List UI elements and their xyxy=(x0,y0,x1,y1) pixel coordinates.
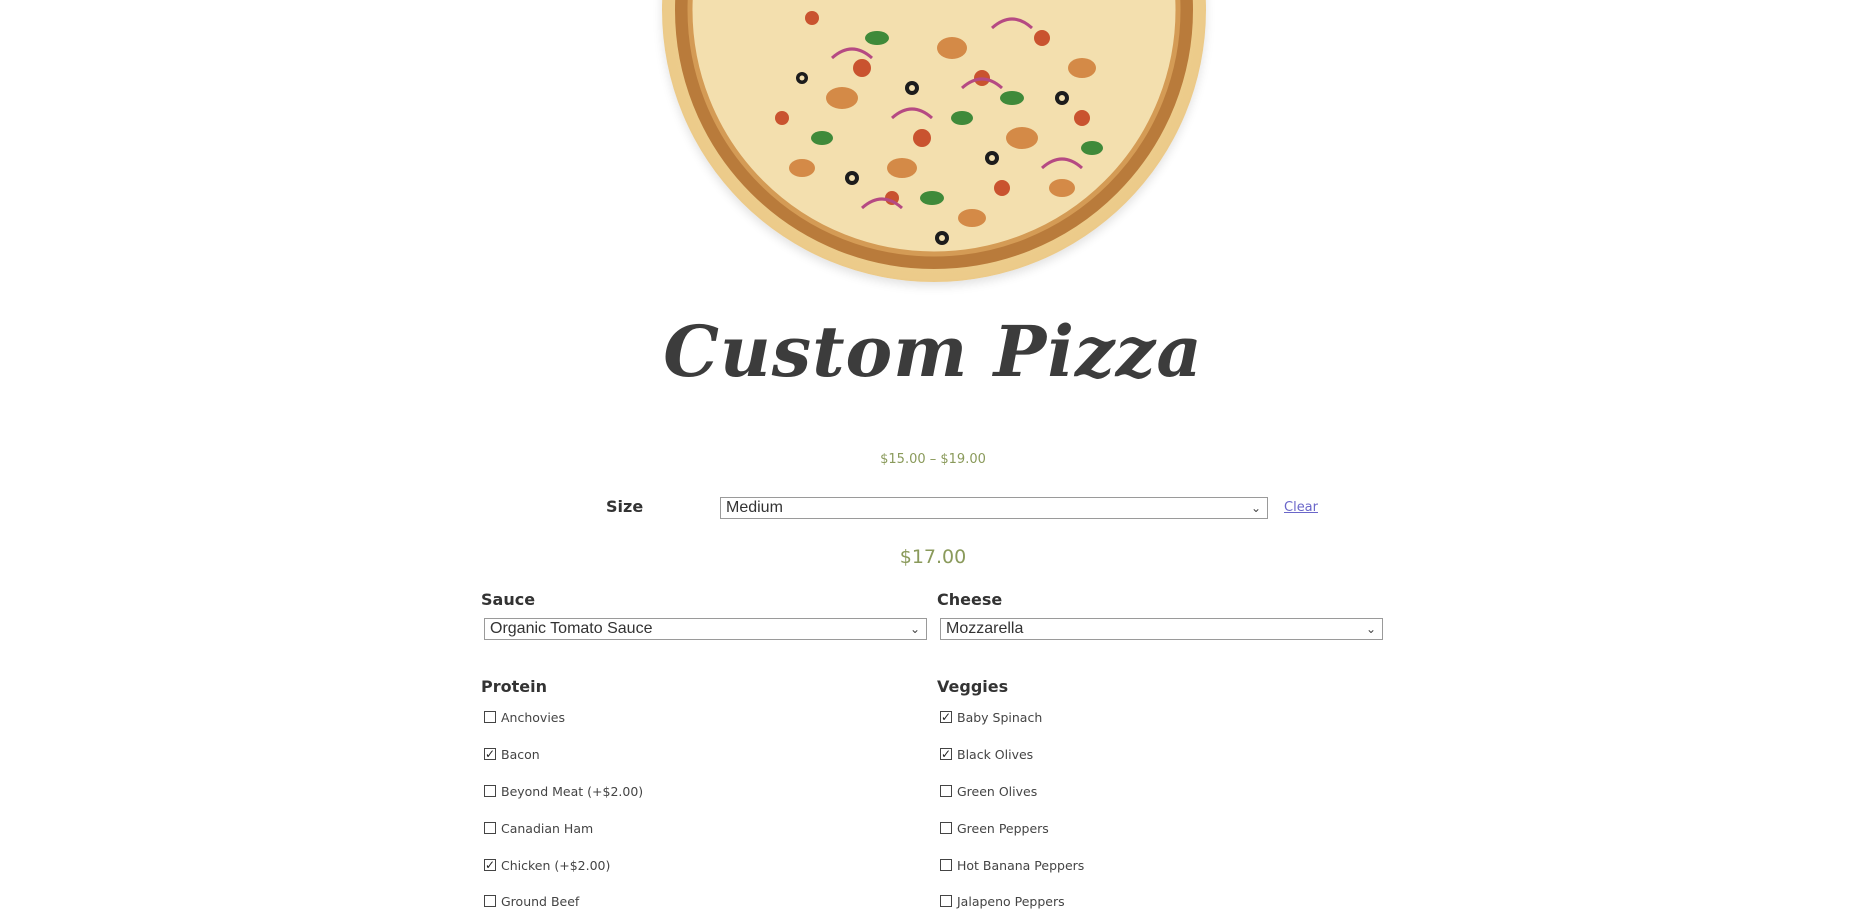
cheese-select-value: Mozzarella xyxy=(946,620,1024,637)
veggies-option-label: Black Olives xyxy=(957,747,1034,762)
protein-option-label: Chicken (+$2.00) xyxy=(501,858,611,873)
pizza-toppings-graphic xyxy=(675,0,1193,269)
checkbox[interactable] xyxy=(484,895,496,907)
size-select[interactable]: Medium ⌄ xyxy=(720,497,1268,519)
sauce-label: Sauce xyxy=(481,590,536,609)
size-select-value: Medium xyxy=(726,499,783,516)
protein-label: Protein xyxy=(481,677,547,696)
sauce-select[interactable]: Organic Tomato Sauce ⌄ xyxy=(484,618,927,640)
size-label: Size xyxy=(606,497,644,516)
clear-link[interactable]: Clear xyxy=(1284,500,1318,515)
product-title: Custom Pizza xyxy=(663,310,1203,393)
checkbox[interactable] xyxy=(484,785,496,797)
veggies-label: Veggies xyxy=(937,677,1009,696)
veggies-option-label: Green Olives xyxy=(957,784,1038,799)
cheese-label: Cheese xyxy=(937,590,1003,609)
veggies-option-label: Baby Spinach xyxy=(957,710,1043,725)
checkbox[interactable] xyxy=(940,859,952,871)
price-range: $15.00 – $19.00 xyxy=(880,452,986,467)
protein-option-label: Canadian Ham xyxy=(501,821,594,836)
veggies-option-label: Green Peppers xyxy=(957,821,1049,836)
chevron-down-icon: ⌄ xyxy=(1250,501,1261,515)
veggies-option-label: Hot Banana Peppers xyxy=(957,858,1085,873)
protein-option-label: Anchovies xyxy=(501,710,565,725)
checkbox[interactable]: ✓ xyxy=(940,748,952,760)
sauce-select-value: Organic Tomato Sauce xyxy=(490,620,653,637)
protein-option-label: Beyond Meat (+$2.00) xyxy=(501,784,644,799)
chevron-down-icon: ⌄ xyxy=(1365,622,1376,636)
checkbox[interactable] xyxy=(940,785,952,797)
checkbox[interactable] xyxy=(484,711,496,723)
checkbox[interactable]: ✓ xyxy=(484,859,496,871)
protein-option-label: Bacon xyxy=(501,747,540,762)
veggies-option-label: Jalapeno Peppers xyxy=(957,894,1065,909)
current-price: $17.00 xyxy=(899,546,967,568)
protein-option-label: Ground Beef xyxy=(501,894,580,909)
checkbox[interactable]: ✓ xyxy=(484,748,496,760)
checkbox[interactable] xyxy=(940,895,952,907)
checkbox[interactable] xyxy=(940,822,952,834)
cheese-select[interactable]: Mozzarella ⌄ xyxy=(940,618,1383,640)
checkbox[interactable] xyxy=(484,822,496,834)
checkbox[interactable]: ✓ xyxy=(940,711,952,723)
chevron-down-icon: ⌄ xyxy=(909,622,920,636)
pizza-image xyxy=(662,0,1206,282)
